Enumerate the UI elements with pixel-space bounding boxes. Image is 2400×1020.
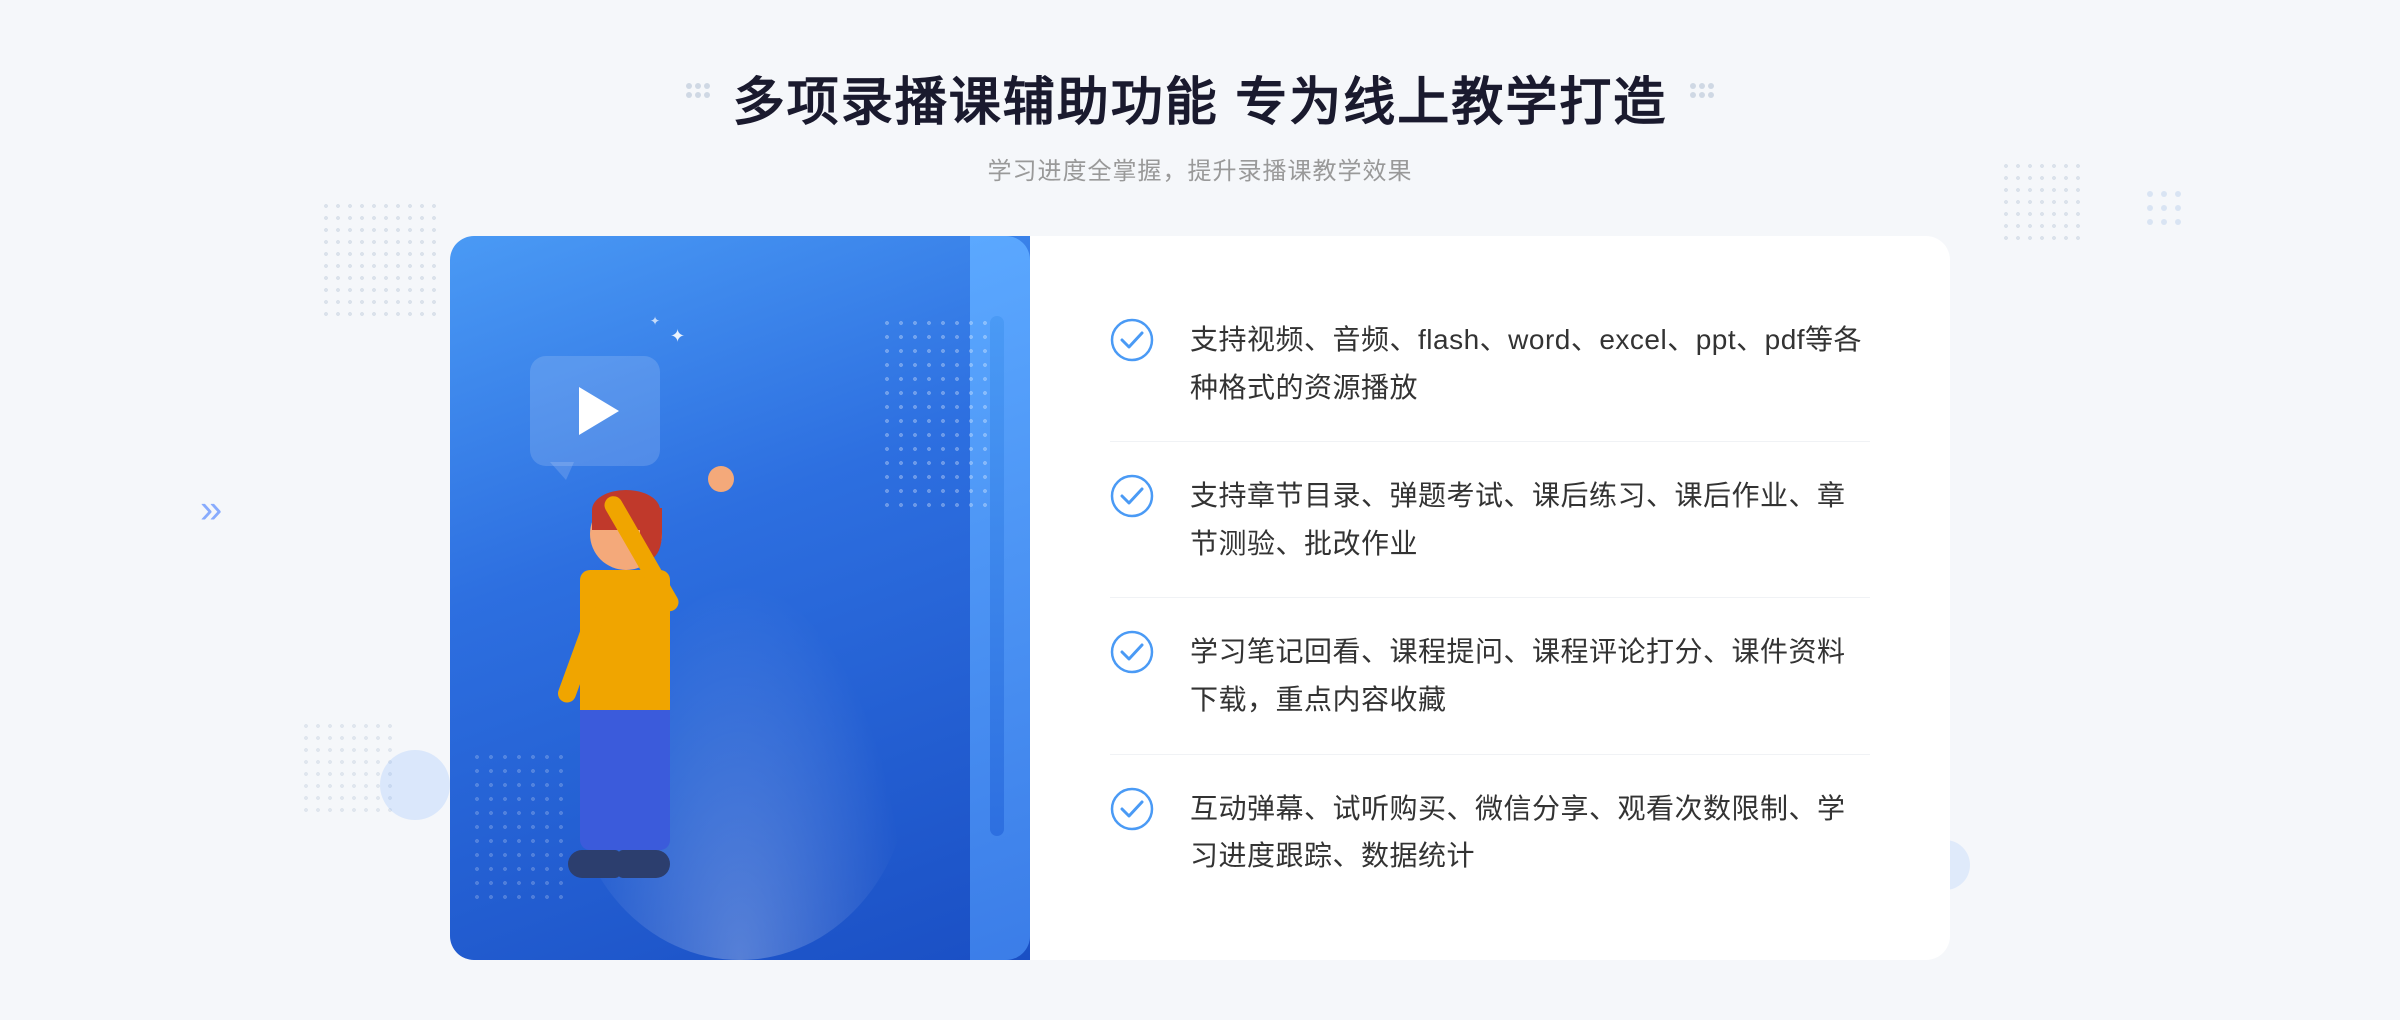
dots-decoration-right — [2000, 160, 2080, 240]
feature-item-4: 互动弹幕、试听购买、微信分享、观看次数限制、学习进度跟踪、数据统计 — [1110, 755, 1870, 910]
play-bubble — [530, 356, 660, 466]
arrow-left-icon: » — [200, 487, 222, 532]
dots-grid-right — [2140, 184, 2200, 252]
check-icon-4 — [1110, 787, 1154, 831]
features-panel: 支持视频、音频、flash、word、excel、ppt、pdf等各种格式的资源… — [1030, 236, 1950, 960]
header-decoration-right — [1687, 80, 1717, 116]
feature-text-3: 学习笔记回看、课程提问、课程评论打分、课件资料下载，重点内容收藏 — [1190, 628, 1870, 723]
circle-decoration-small — [380, 750, 450, 820]
sparkle-icon: ✦ — [670, 326, 685, 347]
page-container: » — [0, 0, 2400, 1020]
feature-text-4: 互动弹幕、试听购买、微信分享、观看次数限制、学习进度跟踪、数据统计 — [1190, 785, 1870, 880]
person-hand — [708, 466, 734, 492]
feature-item-3: 学习笔记回看、课程提问、课程评论打分、课件资料下载，重点内容收藏 — [1110, 598, 1870, 754]
person-shoe-right — [618, 850, 670, 878]
illustration-dots-bottom — [470, 750, 570, 900]
play-triangle-icon — [579, 387, 619, 435]
feature-item-1: 支持视频、音频、flash、word、excel、ppt、pdf等各种格式的资源… — [1110, 286, 1870, 442]
illustration-panel: ✦ ✦ — [450, 236, 1030, 960]
check-icon-3 — [1110, 630, 1154, 674]
illustration-dots-top — [880, 316, 1000, 516]
content-area: ✦ ✦ — [450, 236, 1950, 960]
feature-text-2: 支持章节目录、弹题考试、课后练习、课后作业、章节测验、批改作业 — [1190, 472, 1870, 567]
dots-decoration-left — [320, 200, 440, 320]
feature-text-1: 支持视频、音频、flash、word、excel、ppt、pdf等各种格式的资源… — [1190, 316, 1870, 411]
side-accent-bar — [990, 316, 1004, 836]
feature-item-2: 支持章节目录、弹题考试、课后练习、课后作业、章节测验、批改作业 — [1110, 442, 1870, 598]
check-icon-1 — [1110, 318, 1154, 362]
check-icon-2 — [1110, 474, 1154, 518]
header-decoration-left — [683, 80, 713, 116]
page-subtitle: 学习进度全掌握，提升录播课教学效果 — [683, 151, 1717, 186]
sparkle2-icon: ✦ — [650, 314, 660, 328]
person-pants — [580, 710, 670, 850]
header-section: 多项录播课辅助功能 专为线上教学打造 学习进度全掌握，提升录播课教学效果 — [683, 60, 1717, 186]
page-title: 多项录播课辅助功能 专为线上教学打造 — [733, 60, 1667, 135]
person-shoe-left — [568, 850, 620, 878]
